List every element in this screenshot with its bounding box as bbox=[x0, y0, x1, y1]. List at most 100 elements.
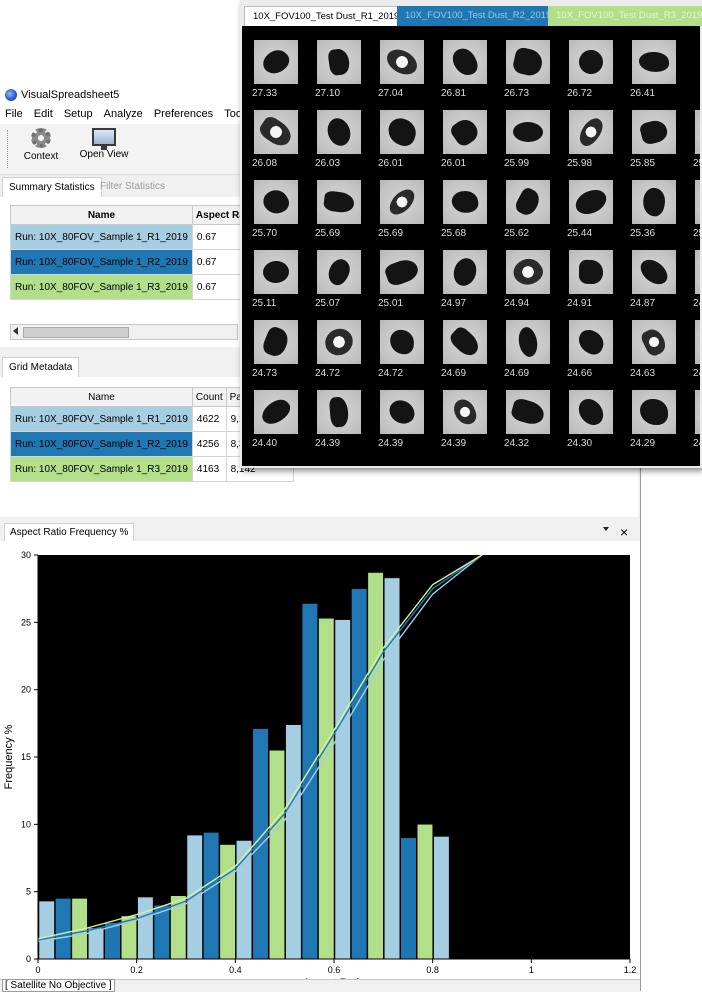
chart-panel-title[interactable]: Aspect Ratio Frequency % bbox=[4, 523, 135, 542]
menu-preferences[interactable]: Preferences bbox=[151, 106, 216, 122]
particle-thumbnail[interactable]: 25. bbox=[691, 106, 700, 178]
particle-thumbnail[interactable]: 25.11 bbox=[250, 246, 312, 318]
particle-thumbnail[interactable]: 25.62 bbox=[502, 176, 564, 248]
table-row[interactable]: Run: 10X_80FOV_Sample 1_R1_2019 0.67 bbox=[10, 224, 270, 250]
particle-image bbox=[632, 320, 676, 364]
particle-thumbnail[interactable]: 26.01 bbox=[439, 106, 501, 178]
metadata-header-count[interactable]: Count bbox=[191, 387, 227, 407]
gallery-tab-r2[interactable]: 10X_FOV100_Test Dust_R2_2019 bbox=[397, 6, 551, 26]
particle-image bbox=[695, 390, 700, 434]
metadata-row-name: Run: 10X_80FOV_Sample 1_R2_2019 bbox=[10, 431, 193, 457]
scroll-thumb[interactable] bbox=[23, 327, 129, 338]
bar[interactable] bbox=[285, 724, 302, 960]
toolbar-grip[interactable] bbox=[7, 130, 10, 168]
particle-shape bbox=[448, 115, 482, 149]
particle-thumbnail[interactable]: 25.07 bbox=[313, 246, 375, 318]
particle-thumbnail[interactable]: 24.97 bbox=[439, 246, 501, 318]
particle-thumbnail[interactable]: 26.03 bbox=[313, 106, 375, 178]
gallery-tab-r3[interactable]: 10X_FOV100_Test Dust_R3_2019 bbox=[548, 6, 702, 26]
dropdown-arrow-icon[interactable] bbox=[603, 527, 609, 531]
particle-thumbnail[interactable]: 26.72 bbox=[565, 36, 627, 108]
particle-value-label: 24.26 bbox=[693, 438, 700, 449]
particle-thumbnail[interactable]: 26.41 bbox=[628, 36, 690, 108]
particle-thumbnail[interactable]: 24.40 bbox=[250, 386, 312, 458]
particle-thumbnail[interactable]: 25.28 bbox=[691, 176, 700, 248]
scroll-left-icon[interactable] bbox=[13, 327, 18, 335]
particle-thumbnail[interactable]: 24.39 bbox=[313, 386, 375, 458]
bar[interactable] bbox=[38, 900, 55, 960]
bar[interactable] bbox=[203, 832, 220, 960]
menu-analyze[interactable]: Analyze bbox=[101, 106, 146, 122]
particle-thumbnail[interactable]: 24.84 bbox=[691, 246, 700, 318]
particle-thumbnail[interactable]: 25.69 bbox=[376, 176, 438, 248]
particle-thumbnail[interactable]: 24.39 bbox=[376, 386, 438, 458]
particle-thumbnail[interactable]: 25.01 bbox=[376, 246, 438, 318]
particle-thumbnail[interactable]: 24.69 bbox=[502, 316, 564, 388]
particle-thumbnail[interactable]: 25.70 bbox=[250, 176, 312, 248]
particle-thumbnail[interactable]: 26.81 bbox=[439, 36, 501, 108]
particle-thumbnail[interactable]: 25.99 bbox=[502, 106, 564, 178]
particle-thumbnail[interactable]: 24.63 bbox=[628, 316, 690, 388]
particle-thumbnail[interactable]: 24.29 bbox=[628, 386, 690, 458]
tab-summary-statistics[interactable]: Summary Statistics bbox=[2, 177, 102, 197]
summary-horizontal-scrollbar[interactable] bbox=[10, 324, 238, 340]
particle-thumbnail[interactable]: 25.36 bbox=[628, 176, 690, 248]
particle-thumbnail[interactable]: 25.68 bbox=[439, 176, 501, 248]
particle-thumbnail[interactable]: 25.85 bbox=[628, 106, 690, 178]
particle-thumbnail[interactable]: 25.98 bbox=[565, 106, 627, 178]
particle-image bbox=[443, 40, 487, 84]
table-row[interactable]: Run: 10X_80FOV_Sample 1_R3_2019 0.67 bbox=[10, 274, 270, 300]
close-icon[interactable]: × bbox=[620, 523, 628, 541]
particle-thumbnail[interactable]: 26.08 bbox=[250, 106, 312, 178]
particle-thumbnail[interactable]: 27.10 bbox=[313, 36, 375, 108]
particle-thumbnail[interactable]: 27.33 bbox=[250, 36, 312, 108]
particle-thumbnail[interactable]: 26.01 bbox=[376, 106, 438, 178]
y-tick-label: 30 bbox=[21, 550, 31, 560]
bar[interactable] bbox=[351, 588, 368, 960]
bar[interactable] bbox=[318, 618, 335, 960]
particle-thumbnail[interactable]: 24.87 bbox=[628, 246, 690, 318]
particle-thumbnail[interactable]: 24.32 bbox=[502, 386, 564, 458]
particle-thumbnail[interactable]: 24.60 bbox=[691, 316, 700, 388]
particle-image bbox=[254, 180, 298, 224]
metadata-header-name[interactable]: Name bbox=[10, 387, 193, 407]
particle-thumbnail[interactable]: 24.94 bbox=[502, 246, 564, 318]
particle-thumbnail[interactable]: 24.91 bbox=[565, 246, 627, 318]
summary-header-name[interactable]: Name bbox=[10, 205, 193, 225]
particle-thumbnail[interactable]: 27.04 bbox=[376, 36, 438, 108]
bar[interactable] bbox=[433, 836, 450, 960]
bar[interactable] bbox=[367, 572, 384, 960]
particle-shape bbox=[697, 183, 700, 221]
particle-thumbnail[interactable]: 24.30 bbox=[565, 386, 627, 458]
table-row[interactable]: Run: 10X_80FOV_Sample 1_R2_2019 0.67 bbox=[10, 249, 270, 275]
particle-thumbnail[interactable]: 24.66 bbox=[565, 316, 627, 388]
bar[interactable] bbox=[268, 750, 285, 960]
context-button[interactable]: Context bbox=[18, 128, 64, 162]
particle-thumbnail[interactable]: 24.72 bbox=[376, 316, 438, 388]
bar[interactable] bbox=[137, 896, 154, 960]
gallery-tab-r1[interactable]: 10X_FOV100_Test Dust_R1_2019 bbox=[244, 6, 399, 27]
particle-thumbnail[interactable]: 24.72 bbox=[313, 316, 375, 388]
particle-thumbnail[interactable]: 24.69 bbox=[439, 316, 501, 388]
particle-thumbnail[interactable]: 24.26 bbox=[691, 386, 700, 458]
bar[interactable] bbox=[400, 837, 417, 960]
menu-edit[interactable]: Edit bbox=[31, 106, 56, 122]
bar[interactable] bbox=[416, 824, 433, 960]
bar[interactable] bbox=[384, 577, 401, 960]
particle-value-label: 24.39 bbox=[378, 438, 404, 449]
particle-thumbnail[interactable]: 25.69 bbox=[313, 176, 375, 248]
bar[interactable] bbox=[219, 844, 236, 960]
tab-filter-statistics[interactable]: Filter Statistics bbox=[94, 177, 171, 196]
particle-thumbnail[interactable]: 26.73 bbox=[502, 36, 564, 108]
bar[interactable] bbox=[55, 898, 72, 960]
open-view-button[interactable]: Open View bbox=[78, 128, 130, 160]
particle-image bbox=[632, 390, 676, 434]
particle-shape bbox=[639, 325, 669, 359]
menu-file[interactable]: File bbox=[2, 106, 26, 122]
particle-thumbnail[interactable]: 24.39 bbox=[439, 386, 501, 458]
tab-grid-metadata[interactable]: Grid Metadata bbox=[2, 357, 80, 377]
bar[interactable] bbox=[334, 619, 351, 960]
particle-thumbnail[interactable]: 25.44 bbox=[565, 176, 627, 248]
particle-thumbnail[interactable]: 24.73 bbox=[250, 316, 312, 388]
menu-setup[interactable]: Setup bbox=[61, 106, 96, 122]
